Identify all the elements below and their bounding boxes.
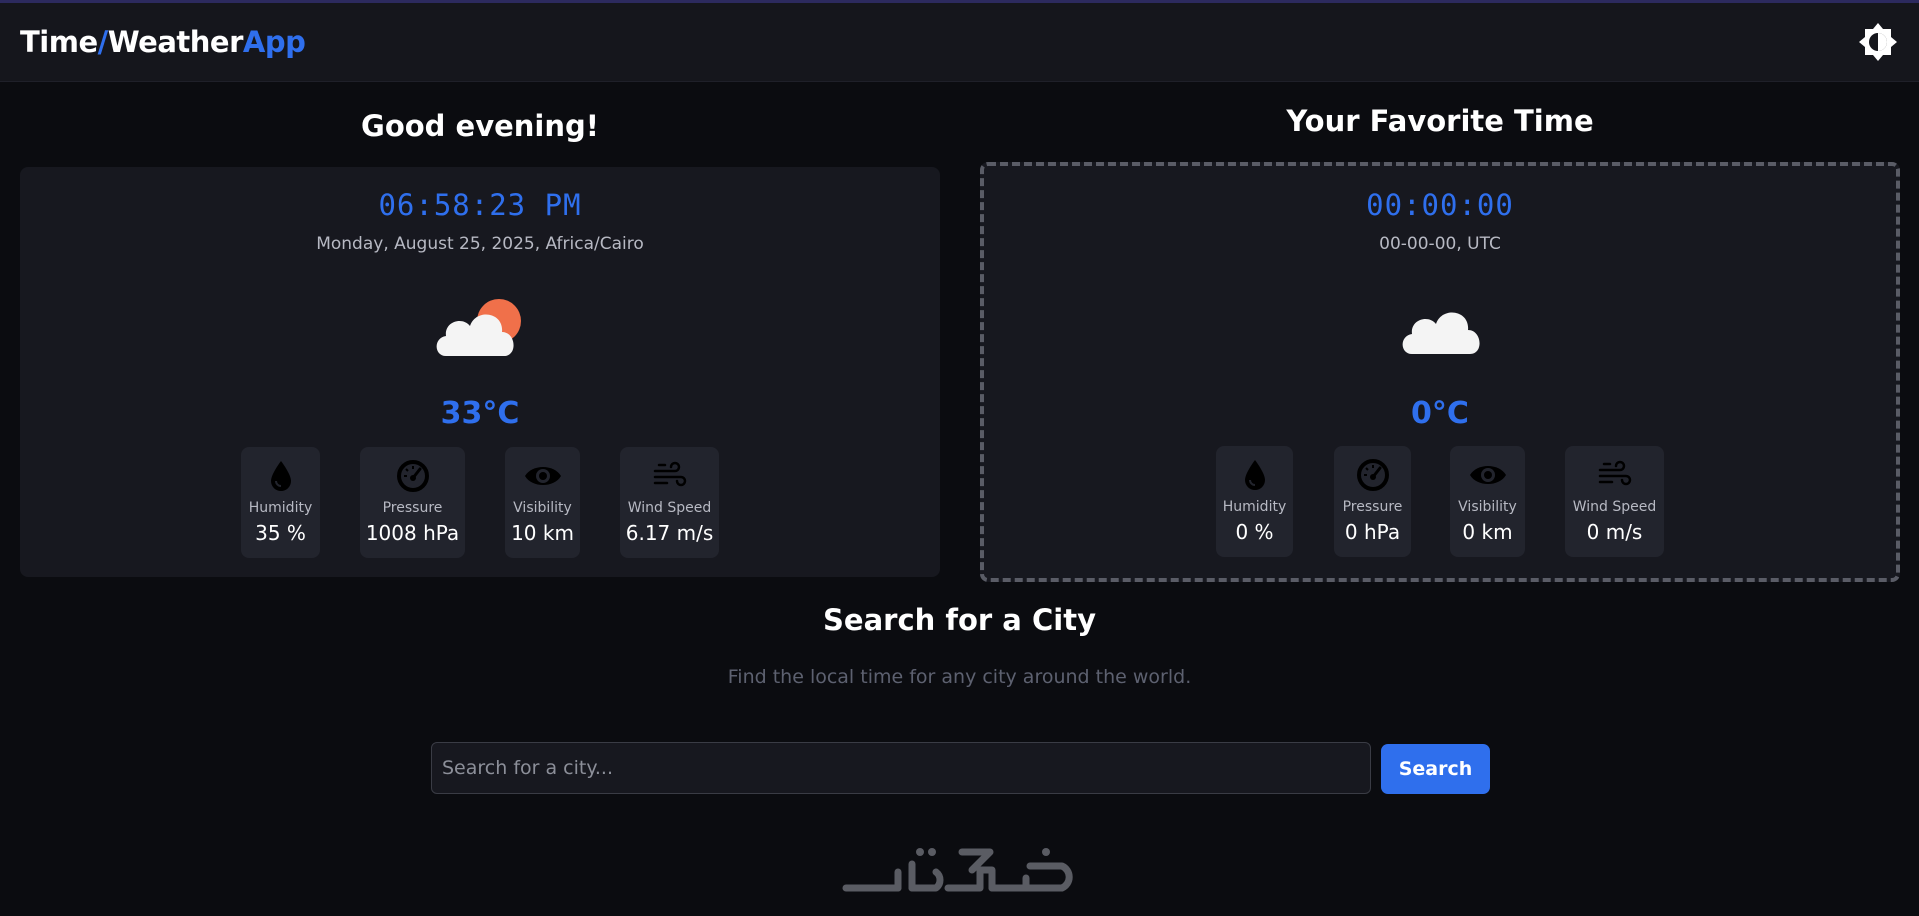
- app-header: Time/WeatherApp: [0, 3, 1919, 82]
- favorite-stat-wind-speed: Wind Speed 0 m/s: [1565, 446, 1664, 557]
- sun-icon: [1859, 23, 1897, 61]
- stat-label: Visibility: [513, 500, 572, 516]
- stat-value: 0 km: [1462, 520, 1513, 544]
- eye-icon: [1469, 466, 1506, 484]
- stat-value: 0 %: [1235, 520, 1274, 544]
- partly-cloudy-icon: [432, 294, 528, 362]
- logo-time: Time: [20, 25, 98, 59]
- search-button[interactable]: Search: [1381, 744, 1490, 794]
- favorite-temperature: 0°C: [1411, 396, 1469, 431]
- stat-label: Pressure: [1342, 499, 1403, 515]
- local-stat-visibility: Visibility 10 km: [505, 447, 580, 558]
- cloud-icon: [1398, 302, 1482, 360]
- stat-label: Visibility: [1458, 499, 1517, 515]
- stat-label: Pressure: [382, 500, 443, 516]
- favorite-date: 00-00-00, UTC: [1379, 234, 1501, 254]
- stat-label: Wind Speed: [627, 500, 712, 516]
- favorite-stat-pressure: Pressure 0 hPa: [1334, 446, 1411, 557]
- favorite-stat-humidity: Humidity 0 %: [1216, 446, 1293, 557]
- local-stat-humidity: Humidity 35 %: [241, 447, 320, 558]
- droplet-icon: [1244, 460, 1265, 490]
- eye-icon: [524, 467, 561, 485]
- local-stat-pressure: Pressure 1008 hPa: [360, 447, 465, 558]
- stat-value: 6.17 m/s: [625, 521, 714, 545]
- khamsat-logo: [840, 842, 1076, 902]
- search-subtitle: Find the local time for any city around …: [727, 666, 1192, 688]
- local-temperature: 33°C: [440, 396, 520, 431]
- greeting-heading: Good evening!: [361, 109, 599, 143]
- stat-value: 1008 hPa: [365, 521, 460, 545]
- logo-app: App: [242, 25, 306, 59]
- favorite-time: 00:00:00: [1366, 188, 1514, 222]
- stat-value: 0 hPa: [1344, 520, 1401, 544]
- stat-label: Humidity: [248, 500, 313, 516]
- stat-label: Humidity: [1222, 499, 1287, 515]
- gauge-icon: [396, 460, 429, 492]
- theme-toggle-button[interactable]: [1857, 21, 1899, 63]
- wind-icon: [1598, 460, 1631, 486]
- app-logo[interactable]: Time/WeatherApp: [20, 25, 306, 59]
- local-date: Monday, August 25, 2025, Africa/Cairo: [316, 234, 644, 254]
- stat-label: Wind Speed: [1572, 499, 1657, 515]
- local-stat-wind-speed: Wind Speed 6.17 m/s: [620, 447, 719, 558]
- logo-weather: Weather: [107, 25, 244, 59]
- search-heading: Search for a City: [823, 603, 1096, 637]
- local-weather-card: 06:58:23 PM Monday, August 25, 2025, Afr…: [20, 167, 940, 577]
- favorite-heading: Your Favorite Time: [1286, 104, 1594, 138]
- favorite-stat-visibility: Visibility 0 km: [1450, 446, 1525, 557]
- local-time: 06:58:23 PM: [378, 188, 582, 222]
- stat-value: 35 %: [255, 521, 306, 545]
- droplet-icon: [270, 461, 291, 491]
- stat-value: 10 km: [511, 521, 574, 545]
- gauge-icon: [1356, 459, 1389, 491]
- favorite-drop-zone[interactable]: 00:00:00 00-00-00, UTC 0°C Humidity 0 % …: [980, 162, 1900, 582]
- stat-value: 0 m/s: [1586, 520, 1643, 544]
- logo-slash: /: [97, 25, 109, 59]
- city-search-input[interactable]: [431, 742, 1371, 794]
- wind-icon: [653, 461, 686, 487]
